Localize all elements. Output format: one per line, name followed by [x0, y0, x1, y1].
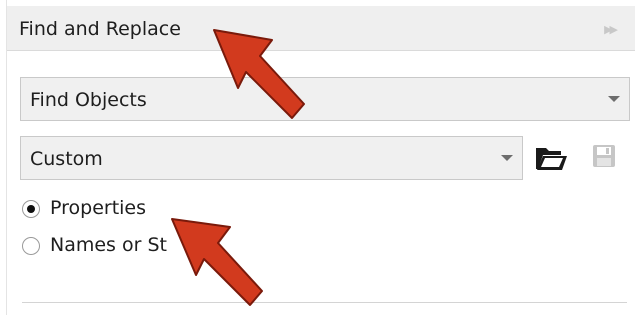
panel-title: Find and Replace: [19, 18, 181, 40]
radio-button-unchecked[interactable]: [22, 237, 40, 255]
folder-icon[interactable]: [534, 144, 568, 172]
chevron-down-icon: [608, 96, 620, 102]
panel-header: Find and Replace ▶▶: [7, 6, 635, 51]
find-and-replace-panel: Find and Replace ▶▶ Find Objects Custom …: [7, 6, 635, 315]
double-chevron-right-icon[interactable]: ▶▶: [604, 23, 618, 36]
radio-label-names-or-styles: Names or St: [50, 234, 167, 256]
chevron-down-icon: [501, 155, 513, 161]
radio-button-checked[interactable]: [22, 200, 40, 218]
find-type-value: Find Objects: [30, 89, 147, 111]
preset-value: Custom: [30, 148, 103, 170]
preset-dropdown[interactable]: Custom: [20, 136, 523, 180]
find-type-dropdown[interactable]: Find Objects: [20, 77, 630, 121]
section-divider: [22, 302, 627, 303]
radio-label-properties: Properties: [50, 197, 147, 219]
panel-left-border: [0, 0, 7, 315]
save-icon[interactable]: [592, 144, 616, 168]
